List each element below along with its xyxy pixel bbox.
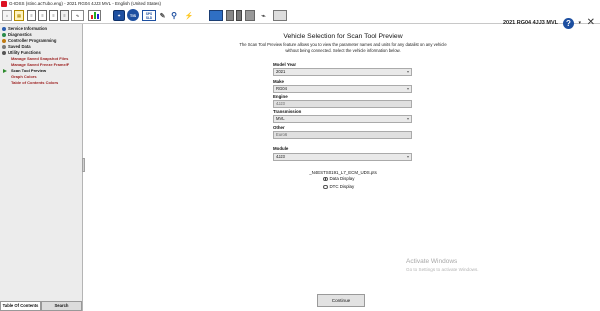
- radio-data-display[interactable]: [323, 176, 328, 182]
- chevron-down-icon: ▾: [406, 69, 409, 74]
- module-select[interactable]: 4JJ3 ▾: [273, 153, 412, 161]
- sidebar-subitem-toc-colors[interactable]: Table of Contents Colors: [11, 80, 58, 85]
- sps-bottom-label: SLD: [145, 15, 153, 20]
- transmission-select[interactable]: MVL ▾: [273, 115, 412, 123]
- device-icon[interactable]: [226, 10, 234, 21]
- sidebar-item-label: Controller Programming: [8, 38, 57, 43]
- sidebar-item-label: Saved Data: [8, 44, 31, 49]
- model-year-value: 2021: [276, 69, 286, 74]
- device-icon[interactable]: [236, 10, 242, 21]
- watermark-subtitle: Go to Settings to activate Windows.: [406, 267, 479, 272]
- transmission-value: MVL: [276, 116, 285, 121]
- chevron-down-icon: ▾: [406, 154, 409, 159]
- folder-icon: [2, 44, 6, 49]
- make-select[interactable]: RG04 ▾: [273, 85, 412, 93]
- document-icon[interactable]: ≡: [60, 10, 69, 21]
- sidebar-item-saved-data[interactable]: Saved Data: [2, 44, 31, 49]
- engine-label: Engine: [273, 94, 288, 99]
- other-label: Other: [273, 125, 285, 130]
- sps-icon[interactable]: SPS SLD: [142, 10, 156, 21]
- transmission-label: Transmission: [273, 109, 302, 114]
- make-label: Make: [273, 79, 284, 84]
- sidebar-item-utility-functions[interactable]: Utility Functions: [2, 50, 41, 55]
- document-icon[interactable]: ≡: [38, 10, 47, 21]
- tech-tool-icon[interactable]: ✦: [113, 10, 125, 21]
- monitor-icon[interactable]: [209, 10, 223, 21]
- other-select: Euro6: [273, 131, 412, 139]
- sidebar: Service Information Diagnostics Controll…: [0, 24, 83, 311]
- sidebar-subitem-graph-colors[interactable]: Graph Colors: [11, 74, 37, 79]
- toolbar: ⌂ ▤ ≡ ≡ ≡ ≡ ∿ ✦ TIS SPS SLD ✎ ⚲ ⚡ ⌁ 2021…: [0, 8, 600, 29]
- module-value: 4JJ3: [276, 154, 285, 159]
- sidebar-subitem-freeze-frame[interactable]: Manage Saved Freeze Frame/F: [11, 62, 69, 67]
- continue-button[interactable]: Continue: [317, 294, 365, 307]
- bar-chart-icon[interactable]: [88, 10, 101, 21]
- document-icon[interactable]: ≡: [27, 10, 36, 21]
- cable-icon[interactable]: ⌁: [258, 10, 269, 21]
- make-value: RG04: [276, 86, 287, 91]
- sidebar-tabs: Table Of Contents Search: [0, 301, 82, 311]
- sidebar-collapse-handle[interactable]: [82, 158, 85, 172]
- main-panel: Vehicle Selection for Scan Tool Preview …: [86, 24, 600, 311]
- document-icon[interactable]: ≡: [49, 10, 58, 21]
- sidebar-item-label: Utility Functions: [8, 50, 41, 55]
- chevron-down-icon: ▾: [406, 86, 409, 91]
- radio-label: DTC Display: [329, 184, 355, 189]
- window-title: G-IDSS (stinc.acTubo.eng) - 2021 RG04 4J…: [9, 1, 161, 6]
- probe-icon[interactable]: ⚡: [184, 10, 194, 21]
- sidebar-subitem-snapshot-files[interactable]: Manage Saved Snapshot Files: [11, 56, 68, 61]
- printer-icon[interactable]: [273, 10, 287, 21]
- module-label: Module: [273, 146, 289, 151]
- wrench-icon[interactable]: ✎: [158, 10, 167, 21]
- device-icon[interactable]: [245, 10, 255, 21]
- book-icon[interactable]: ▤: [14, 10, 24, 21]
- data-display-option[interactable]: Data Display: [323, 176, 355, 182]
- other-value: Euro6: [276, 132, 288, 137]
- book-icon: [2, 26, 6, 31]
- tab-table-of-contents[interactable]: Table Of Contents: [0, 301, 41, 311]
- graph-icon[interactable]: ∿: [71, 10, 84, 21]
- gear-icon: [2, 50, 6, 55]
- magnifier-icon[interactable]: ⚲: [169, 10, 179, 21]
- tab-search[interactable]: Search: [41, 301, 82, 311]
- radio-dtc-display[interactable]: [323, 184, 328, 190]
- model-year-label: Model Year: [273, 62, 297, 67]
- page-description: The Scan Tool Preview feature allows you…: [239, 42, 447, 53]
- sidebar-item-label: Service Information: [8, 26, 48, 31]
- page-title: Vehicle Selection for Scan Tool Preview: [283, 33, 403, 40]
- watermark-title: Activate Windows: [406, 258, 458, 265]
- selected-arrow-icon: [3, 68, 7, 73]
- stethoscope-icon: [2, 32, 6, 37]
- title-bar: G-IDSS (stinc.acTubo.eng) - 2021 RG04 4J…: [0, 0, 600, 8]
- chevron-down-icon: ▾: [406, 116, 409, 121]
- model-year-select[interactable]: 2021 ▾: [273, 68, 412, 76]
- app-icon: [1, 1, 7, 7]
- home-icon[interactable]: ⌂: [2, 10, 12, 21]
- chip-icon: [2, 38, 6, 43]
- dtc-display-option[interactable]: DTC Display: [323, 184, 355, 190]
- sidebar-item-diagnostics[interactable]: Diagnostics: [2, 32, 32, 37]
- engine-select: 4JJ3: [273, 100, 412, 108]
- sidebar-item-label: Diagnostics: [8, 32, 32, 37]
- sidebar-item-service-information[interactable]: Service Information: [2, 26, 47, 31]
- sidebar-item-controller-programming[interactable]: Controller Programming: [2, 38, 56, 43]
- tis-icon[interactable]: TIS: [127, 9, 139, 21]
- engine-value: 4JJ3: [276, 101, 285, 106]
- sidebar-subitem-scan-tool-preview[interactable]: Scan Tool Preview: [11, 68, 46, 73]
- radio-label: Data Display: [329, 176, 355, 181]
- file-name: _N4ESTS0191_L7_ECM_UDS.pts: [309, 170, 377, 175]
